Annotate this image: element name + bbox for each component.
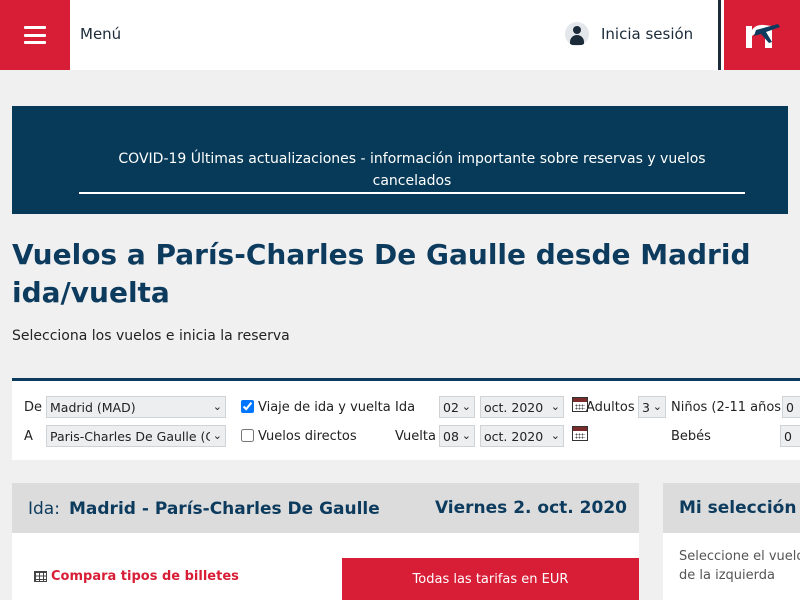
children-value: 0 — [786, 399, 794, 415]
covid-banner: COVID-19 Últimas actualizaciones - infor… — [12, 106, 788, 214]
return-day-select[interactable]: 08 ⌄ — [439, 425, 475, 447]
outbound-month-value: oct. 2020 — [484, 399, 544, 415]
from-label: De — [24, 400, 43, 415]
roundtrip-label[interactable]: Viaje de ida y vuelta — [258, 400, 391, 415]
menu-label[interactable]: Menú — [80, 25, 121, 43]
login-button[interactable]: Inicia sesión — [565, 22, 693, 46]
children-select[interactable]: 0⌄ — [782, 396, 800, 418]
chevron-down-icon: ⌄ — [461, 429, 471, 442]
all-fares-button[interactable]: Todas las tarifas en EUR — [342, 558, 639, 600]
user-icon — [565, 22, 589, 46]
outbound-day-select[interactable]: 02 ⌄ — [439, 396, 475, 418]
all-fares-label: Todas las tarifas en EUR — [412, 571, 569, 587]
chevron-down-icon: ⌄ — [550, 429, 560, 442]
roundtrip-checkbox[interactable] — [241, 400, 254, 413]
page-subtitle: Selecciona los vuelos e inicia la reserv… — [12, 328, 290, 344]
plane-logo-icon — [746, 24, 780, 48]
outbound-date: Viernes 2. oct. 2020 — [434, 498, 627, 518]
outbound-route: Madrid - París-Charles De Gaulle — [69, 499, 380, 519]
page-title: Vuelos a París-Charles De Gaulle desde M… — [12, 238, 751, 309]
header-divider — [718, 0, 721, 70]
chevron-down-icon: ⌄ — [212, 400, 222, 413]
infants-label: Bebés — [671, 429, 711, 444]
direct-flights-checkbox[interactable] — [241, 429, 254, 442]
return-month-value: oct. 2020 — [484, 428, 544, 444]
to-value: Paris-Charles De Gaulle (C — [50, 428, 210, 444]
compare-fares-link[interactable]: Compara tipos de billetes — [34, 569, 239, 584]
outbound-month-select[interactable]: oct. 2020 ⌄ — [480, 396, 564, 418]
adults-value: 3 — [642, 399, 650, 415]
chevron-down-icon: ⌄ — [212, 429, 222, 442]
outbound-flights-panel: Ida: Madrid - París-Charles De Gaulle Vi… — [12, 483, 639, 600]
chevron-down-icon: ⌄ — [461, 400, 471, 413]
chevron-down-icon: ⌄ — [550, 400, 560, 413]
adults-select[interactable]: 3 ⌄ — [638, 396, 666, 418]
hamburger-icon — [24, 26, 46, 44]
flight-search-form: De Madrid (MAD) ⌄ A Paris-Charles De Gaul… — [12, 378, 800, 460]
return-month-select[interactable]: oct. 2020 ⌄ — [480, 425, 564, 447]
infants-value: 0 — [784, 428, 792, 444]
chevron-down-icon: ⌄ — [652, 400, 662, 413]
selection-title: Mi selección de vuelos — [679, 498, 800, 518]
from-value: Madrid (MAD) — [50, 399, 136, 415]
outbound-day-value: 02 — [443, 399, 459, 415]
selection-panel-header: Mi selección de vuelos — [663, 483, 800, 533]
outbound-direction-label: Ida: — [28, 499, 60, 519]
adults-label: Adultos — [586, 400, 635, 415]
compare-fares-label: Compara tipos de billetes — [51, 569, 239, 584]
table-icon — [34, 571, 47, 582]
my-selection-panel: Mi selección de vuelos Seleccione el vue… — [663, 483, 800, 600]
direct-flights-label[interactable]: Vuelos directos — [258, 429, 357, 444]
airline-logo[interactable] — [724, 0, 800, 70]
children-label: Niños (2-11 años) — [671, 400, 787, 415]
infants-select[interactable]: 0⌄ — [780, 425, 800, 447]
from-select[interactable]: Madrid (MAD) ⌄ — [46, 396, 226, 418]
return-day-value: 08 — [443, 428, 459, 444]
to-label: A — [24, 429, 33, 444]
covid-info-link[interactable]: COVID-19 Últimas actualizaciones - infor… — [79, 148, 745, 194]
to-select[interactable]: Paris-Charles De Gaulle (C ⌄ — [46, 425, 226, 447]
outbound-label: Ida — [395, 400, 416, 415]
top-bar: Menú Inicia sesión — [0, 0, 800, 70]
selection-body: Seleccione el vuelo de la lista de la iz… — [679, 549, 800, 583]
return-label: Vuelta — [395, 429, 436, 444]
outbound-panel-header: Ida: Madrid - París-Charles De Gaulle Vi… — [12, 483, 639, 533]
return-calendar-icon[interactable] — [572, 426, 588, 441]
menu-button[interactable] — [0, 0, 70, 70]
login-label: Inicia sesión — [601, 25, 694, 43]
